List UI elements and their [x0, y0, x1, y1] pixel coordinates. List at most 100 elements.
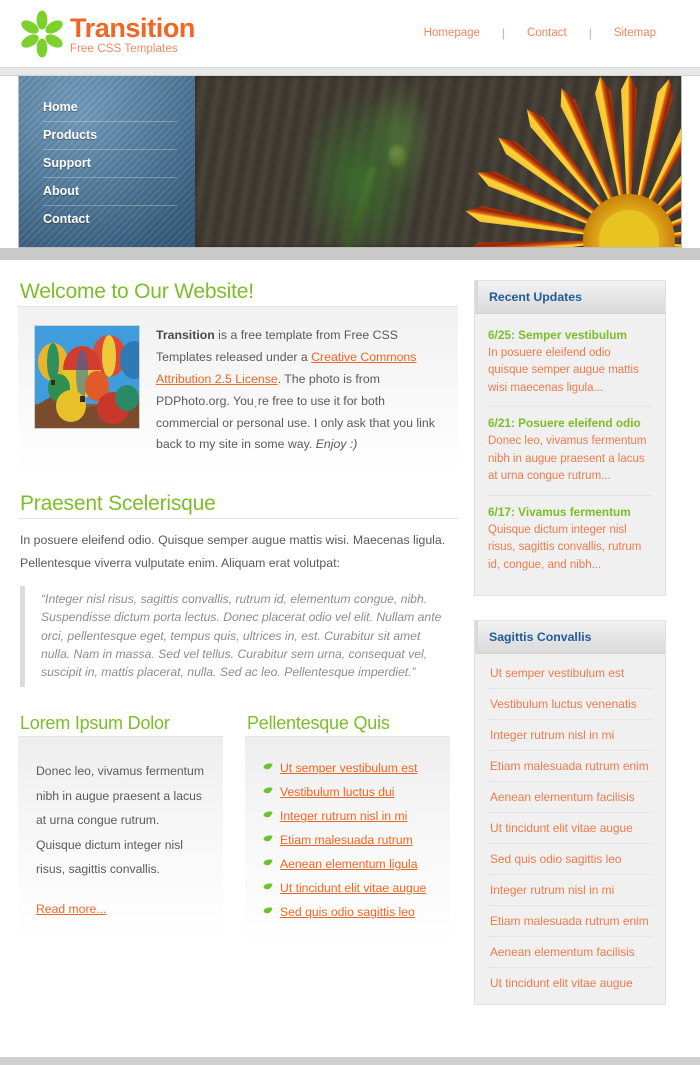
sagittis-list: Ut semper vestibulum est Vestibulum luct… — [488, 658, 652, 998]
list-item-link[interactable]: Aenean elementum ligula — [280, 857, 418, 871]
list-item[interactable]: Ut tincidunt elit vitae augue — [488, 967, 652, 998]
sagittis-convallis-body: Ut semper vestibulum est Vestibulum luct… — [475, 654, 665, 1005]
page-root: Transition Free CSS Templates Homepage |… — [0, 0, 700, 1065]
list-item[interactable]: Aenean elementum ligula — [263, 855, 432, 874]
banner-bottom-band — [0, 248, 700, 260]
leaf-bullet-icon — [263, 907, 273, 914]
list-item[interactable]: Etiam malesuada rutrum — [263, 831, 432, 850]
list-item[interactable]: Vestibulum luctus dui — [263, 783, 432, 802]
menu-item-about[interactable]: About — [43, 177, 177, 205]
menu-link-support[interactable]: Support — [19, 150, 177, 177]
intro-box: Transition is a free template from Free … — [18, 307, 458, 473]
list-item[interactable]: Integer rutrum nisl in mi — [488, 874, 652, 905]
update-text: In posuere eleifend odio quisque semper … — [488, 347, 639, 394]
topnav-item-sitemap[interactable]: Sitemap — [592, 27, 678, 39]
footer-top-band — [0, 1057, 700, 1065]
pellentesque-box: Ut semper vestibulum est Vestibulum luct… — [245, 737, 450, 945]
list-item-link[interactable]: Ut tincidunt elit vitae augue — [490, 976, 633, 990]
list-item-link[interactable]: Ut tincidunt elit vitae augue — [280, 881, 426, 895]
hot-air-balloons-photo — [34, 325, 140, 429]
list-item-link[interactable]: Integer rutrum nisl in mi — [490, 883, 614, 897]
pellentesque-heading: Pellentesque Quis — [247, 713, 390, 734]
content-column: Welcome to Our Website! Transition is a … — [18, 280, 458, 1029]
list-item-link[interactable]: Etiam malesuada rutrum — [280, 833, 413, 847]
update-date-title: 6/17: Vivamus fermentum — [488, 504, 631, 519]
list-item[interactable]: Aenean elementum facilisis — [488, 781, 652, 812]
quote-block: “Integer nisl risus, sagittis convallis,… — [20, 586, 456, 688]
footer-spacer — [0, 1029, 700, 1058]
list-item-link[interactable]: Integer rutrum nisl in mi — [280, 809, 407, 823]
list-item[interactable]: Vestibulum luctus venenatis — [488, 688, 652, 719]
pellentesque-list: Ut semper vestibulum est Vestibulum luct… — [263, 759, 432, 921]
list-item[interactable]: Aenean elementum facilisis — [488, 936, 652, 967]
list-item-link[interactable]: Sed quis odio sagittis leo — [280, 905, 415, 919]
list-item-link[interactable]: Ut semper vestibulum est — [280, 761, 418, 775]
update-text: Quisque dictum integer nisl risus, sagit… — [488, 523, 642, 571]
list-item-link[interactable]: Vestibulum luctus venenatis — [490, 697, 637, 711]
list-item-link[interactable]: Ut semper vestibulum est — [490, 666, 624, 680]
gazania-flower-icon — [463, 76, 681, 247]
logo[interactable]: Transition Free CSS Templates — [18, 8, 195, 58]
list-item-link[interactable]: Etiam malesuada rutrum enim — [490, 914, 649, 928]
list-item[interactable]: Ut tincidunt elit vitae augue — [488, 812, 652, 843]
page-title: Welcome to Our Website! — [20, 280, 254, 303]
list-item[interactable]: Etiam malesuada rutrum enim — [488, 750, 652, 781]
menu-item-products[interactable]: Products — [43, 121, 177, 149]
menu-item-contact[interactable]: Contact — [43, 205, 177, 233]
topnav-item-contact[interactable]: Contact — [505, 27, 589, 39]
recent-updates-body: 6/25: Semper vestibulum In posuere eleif… — [475, 314, 665, 596]
lorem-heading: Lorem Ipsum Dolor — [20, 713, 170, 734]
menu-link-products[interactable]: Products — [19, 122, 177, 149]
update-date-title: 6/21: Posuere eleifend odio — [488, 416, 641, 431]
site-header: Transition Free CSS Templates Homepage |… — [0, 0, 700, 68]
list-item-link[interactable]: Aenean elementum facilisis — [490, 945, 635, 959]
list-item-link[interactable]: Ut tincidunt elit vitae augue — [490, 821, 633, 835]
banner-top-band — [0, 68, 700, 76]
leaf-bullet-icon — [263, 883, 273, 890]
menu-link-home[interactable]: Home — [19, 94, 195, 121]
list-item-link[interactable]: Aenean elementum facilisis — [490, 790, 635, 804]
leaf-bullet-icon — [263, 764, 273, 770]
update-item[interactable]: 6/17: Vivamus fermentum Quisque dictum i… — [488, 494, 652, 583]
list-item[interactable]: Integer rutrum nisl in mi — [263, 807, 432, 826]
sidebar-column: Recent Updates 6/25: Semper vestibulum I… — [474, 280, 666, 1029]
list-item[interactable]: Sed quis odio sagittis leo — [263, 903, 432, 922]
two-column-section: Lorem Ipsum Dolor Donec leo, vivamus fer… — [18, 713, 458, 945]
update-item[interactable]: 6/25: Semper vestibulum In posuere eleif… — [488, 326, 652, 406]
leaf-bullet-icon — [263, 787, 273, 794]
main-area: Welcome to Our Website! Transition is a … — [0, 260, 700, 1030]
intro-brand: Transition — [156, 328, 215, 342]
list-item-link[interactable]: Sed quis odio sagittis leo — [490, 852, 622, 866]
leaf-bullet-icon — [263, 835, 273, 842]
list-item-link[interactable]: Etiam malesuada rutrum enim — [490, 759, 649, 773]
menu-item-home[interactable]: Home — [19, 94, 195, 121]
read-more-link[interactable]: Read more... — [36, 902, 106, 916]
menu-item-support[interactable]: Support — [43, 149, 177, 177]
list-item[interactable]: Integer rutrum nisl in mi — [488, 719, 652, 750]
update-item[interactable]: 6/21: Posuere eleifend odio Donec leo, v… — [488, 406, 652, 494]
main-navigation-panel: Home Products Support About Contact — [19, 76, 195, 247]
list-item[interactable]: Ut tincidunt elit vitae augue — [263, 879, 432, 898]
update-text: Donec leo, vivamus fermentum nibh in aug… — [488, 435, 647, 483]
recent-updates-panel: Recent Updates 6/25: Semper vestibulum I… — [474, 280, 666, 597]
leaf-bullet-icon — [263, 811, 273, 818]
main-menu: Home Products Support About Contact — [19, 76, 195, 233]
list-item[interactable]: Ut semper vestibulum est — [263, 759, 432, 778]
list-item[interactable]: Ut semper vestibulum est — [488, 658, 652, 688]
balloons-icon — [35, 326, 139, 428]
list-item[interactable]: Etiam malesuada rutrum enim — [488, 905, 652, 936]
top-navigation: Homepage | Contact | Sitemap — [402, 26, 678, 40]
divider — [18, 518, 458, 520]
list-item[interactable]: Sed quis odio sagittis leo — [488, 843, 652, 874]
menu-link-about[interactable]: About — [19, 178, 177, 205]
list-item-link[interactable]: Vestibulum luctus dui — [280, 785, 395, 799]
pellentesque-column: Pellentesque Quis Ut semper vestibulum e… — [245, 713, 450, 945]
update-date-title: 6/25: Semper vestibulum — [488, 328, 627, 342]
lorem-column: Lorem Ipsum Dolor Donec leo, vivamus fer… — [18, 713, 223, 944]
sagittis-convallis-panel: Sagittis Convallis Ut semper vestibulum … — [474, 620, 666, 1006]
list-item-link[interactable]: Integer rutrum nisl in mi — [490, 728, 614, 742]
menu-link-contact[interactable]: Contact — [19, 206, 177, 233]
topnav-item-homepage[interactable]: Homepage — [402, 27, 502, 39]
sagittis-convallis-title: Sagittis Convallis — [475, 621, 665, 655]
lorem-paragraph: Donec leo, vivamus fermentum nibh in aug… — [36, 764, 204, 877]
